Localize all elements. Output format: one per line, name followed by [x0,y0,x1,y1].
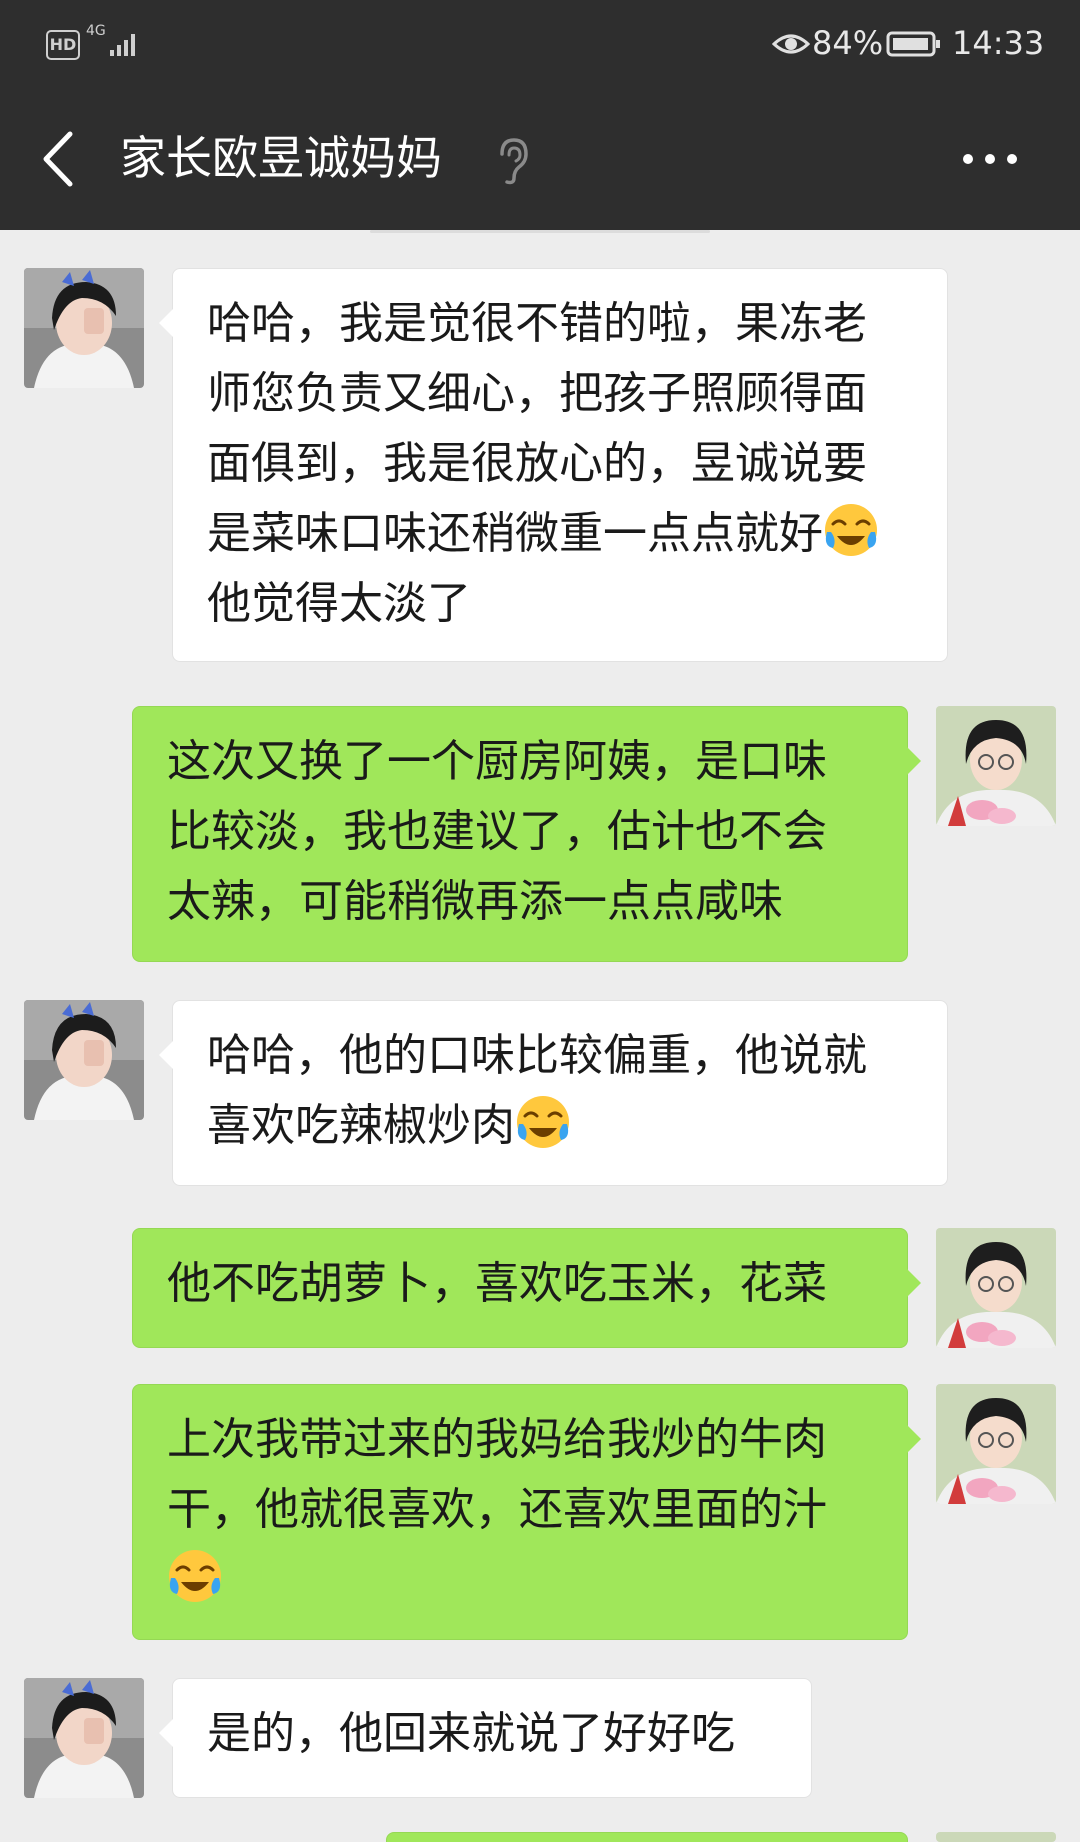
message-line-text: 是菜味口味还稍微重一点点就好 [207,508,823,559]
hd-icon: HD [46,30,80,60]
message-received: 哈哈，我是觉很不错的啦，果冻老 师您负责又细心，把孩子照顾得面 面俱到，我是很放… [0,268,1080,668]
contact-avatar-image [24,1678,144,1798]
message-list[interactable]: 哈哈，我是觉很不错的啦，果冻老 师您负责又细心，把孩子照顾得面 面俱到，我是很放… [0,230,1080,1842]
face-with-tears-emoji [517,1096,569,1148]
message-line: 干，他就很喜欢，还喜欢里面的汁 [167,1484,827,1535]
message-received: 是的，他回来就说了好好吃 [0,1678,1080,1802]
message-received: 哈哈，他的口味比较偏重，他说就 喜欢吃辣椒炒肉 [0,1000,1080,1190]
my-avatar-image [936,706,1056,826]
message-bubble[interactable]: 他不吃胡萝卜，喜欢吃玉米，花菜 [132,1228,921,1348]
message-line: 是菜味口味还稍微重一点点就好 [207,499,917,569]
message-line: 哈哈，他的口味比较偏重，他说就 [207,1030,867,1081]
message-bubble[interactable]: 是的，他回来就说了好好吃 [159,1678,812,1798]
contact-avatar-image [24,268,144,388]
face-with-tears-emoji [825,504,877,556]
status-bar: HD 4G 84% 14:33 [0,0,1080,88]
network-type-label: 4G [86,23,106,39]
message-line: 哈哈，我是觉很不错的啦，果冻老 [207,298,867,349]
message-sent: 这次又换了一个厨房阿姨，是口味 比较淡，我也建议了，估计也不会 太辣，可能稍微再… [0,706,1080,966]
ear-icon [500,138,528,185]
chat-title: 家长欧昱诚妈妈 [120,131,442,185]
message-sent: 上次我带过来的我妈给我炒的牛肉 干，他就很喜欢，还喜欢里面的汁 [0,1384,1080,1644]
contact-avatar-image [24,1000,144,1120]
message-line: 比较淡，我也建议了，估计也不会 [167,806,827,857]
message-line [167,1545,877,1615]
my-avatar[interactable] [936,1228,1056,1348]
message-line: 他觉得太淡了 [207,578,471,629]
contact-avatar[interactable] [24,268,144,388]
message-bubble-partial[interactable] [386,1832,908,1842]
clock: 14:33 [952,24,1045,62]
more-icon[interactable] [960,142,1020,176]
eye-icon [772,34,810,54]
message-line-text: 喜欢吃辣椒炒肉 [207,1100,515,1151]
message-line: 这次又换了一个厨房阿姨，是口味 [167,736,827,787]
message-line: 喜欢吃辣椒炒肉 [207,1091,917,1161]
face-with-tears-emoji [169,1550,221,1602]
chat-header: 家长欧昱诚妈妈 [0,88,1080,230]
my-avatar-image [936,1384,1056,1504]
message-line: 上次我带过来的我妈给我炒的牛肉 [167,1414,827,1465]
message-sent: 他不吃胡萝卜，喜欢吃玉米，花菜 [0,1228,1080,1352]
contact-avatar[interactable] [24,1000,144,1120]
my-avatar-partial[interactable] [936,1832,1056,1842]
my-avatar-image [936,1228,1056,1348]
message-bubble[interactable]: 哈哈，我是觉很不错的啦，果冻老 师您负责又细心，把孩子照顾得面 面俱到，我是很放… [159,268,948,662]
divider [370,230,710,233]
message-line: 师您负责又细心，把孩子照顾得面 [207,368,867,419]
my-avatar[interactable] [936,1384,1056,1504]
my-avatar[interactable] [936,706,1056,826]
message-bubble[interactable]: 上次我带过来的我妈给我炒的牛肉 干，他就很喜欢，还喜欢里面的汁 [132,1384,921,1640]
contact-avatar[interactable] [24,1678,144,1798]
signal-icon [110,34,135,56]
back-icon[interactable] [38,126,78,192]
message-bubble[interactable]: 这次又换了一个厨房阿姨，是口味 比较淡，我也建议了，估计也不会 太辣，可能稍微再… [132,706,921,962]
battery-icon [886,31,940,57]
message-line: 他不吃胡萝卜，喜欢吃玉米，花菜 [167,1258,827,1309]
message-line: 是的，他回来就说了好好吃 [207,1708,735,1759]
message-line: 面俱到，我是很放心的，昱诚说要 [207,438,867,489]
battery-percent: 84% [812,24,884,62]
message-bubble[interactable]: 哈哈，他的口味比较偏重，他说就 喜欢吃辣椒炒肉 [159,1000,948,1186]
message-line: 太辣，可能稍微再添一点点咸味 [167,876,783,927]
